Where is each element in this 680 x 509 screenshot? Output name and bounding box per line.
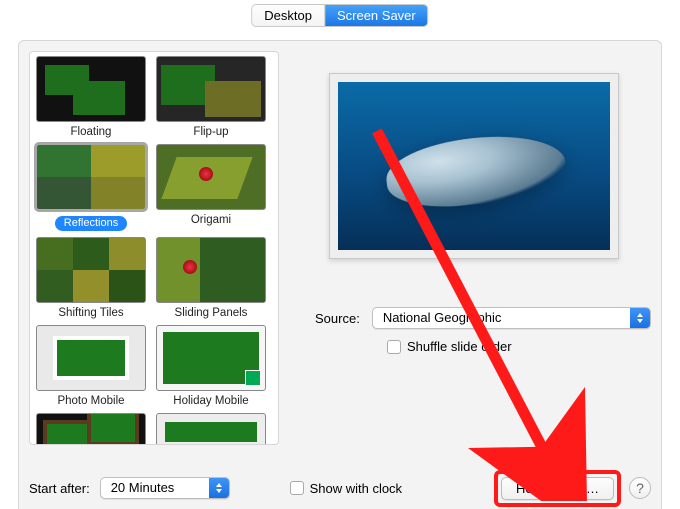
chevron-updown-icon (630, 308, 650, 328)
ss-item-origami[interactable]: Origami (154, 144, 268, 231)
ss-thumb (36, 237, 146, 303)
hot-corners-button[interactable]: Hot Corners… (501, 477, 614, 500)
ss-item-holiday-mobile[interactable]: Holiday Mobile (154, 325, 268, 407)
ss-thumb (156, 144, 266, 210)
ss-item-floating[interactable]: Floating (34, 56, 148, 138)
ss-item-shifting-tiles[interactable]: Shifting Tiles (34, 237, 148, 319)
start-after-select[interactable]: 20 Minutes (100, 477, 230, 499)
start-after-label: Start after: (29, 481, 90, 496)
ss-item-partial-2[interactable] (154, 413, 268, 445)
ss-thumb (156, 413, 266, 445)
source-label: Source: (315, 311, 360, 326)
ss-thumb (36, 413, 146, 445)
tab-desktop[interactable]: Desktop (252, 5, 325, 26)
ss-thumb (156, 56, 266, 122)
ss-thumb (36, 56, 146, 122)
desktop-screensaver-tabs: Desktop Screen Saver (251, 4, 428, 27)
selected-badge: Reflections (55, 216, 127, 231)
tab-screensaver[interactable]: Screen Saver (325, 5, 428, 26)
chevron-updown-icon (209, 478, 229, 498)
ss-thumb (36, 144, 146, 210)
show-clock-label: Show with clock (310, 481, 402, 496)
screensaver-grid: Floating Flip-up Reflections Origami Shi… (29, 51, 279, 445)
ss-item-sliding-panels[interactable]: Sliding Panels (154, 237, 268, 319)
ss-thumb (156, 237, 266, 303)
shuffle-checkbox[interactable] (387, 340, 401, 354)
ss-item-reflections[interactable]: Reflections (34, 144, 148, 231)
ss-thumb (36, 325, 146, 391)
shuffle-label: Shuffle slide order (407, 339, 512, 354)
ss-thumb (156, 325, 266, 391)
screensaver-preview (329, 73, 619, 259)
ss-item-flipup[interactable]: Flip-up (154, 56, 268, 138)
source-select[interactable]: National Geographic (372, 307, 651, 329)
show-clock-checkbox[interactable] (290, 481, 304, 495)
ss-item-photo-mobile[interactable]: Photo Mobile (34, 325, 148, 407)
help-button[interactable]: ? (629, 477, 651, 499)
prefs-panel: Floating Flip-up Reflections Origami Shi… (18, 40, 662, 509)
annotation-highlight: Hot Corners… (494, 470, 621, 507)
ss-item-partial-1[interactable] (34, 413, 148, 445)
